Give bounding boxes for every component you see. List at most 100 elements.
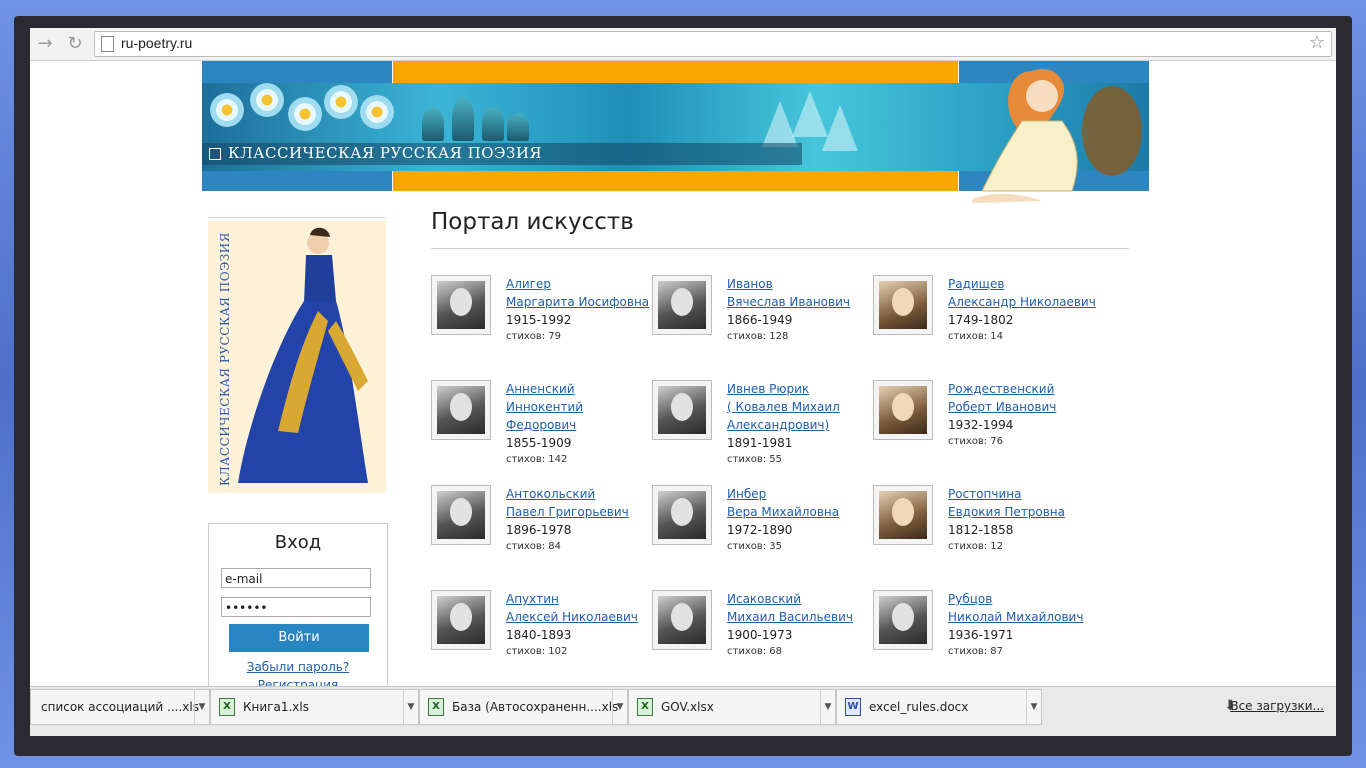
download-item[interactable]: X База (Автосохраненн....xls ▼ [419,689,628,725]
chevron-down-icon[interactable]: ▼ [1026,690,1041,724]
poet-name-link[interactable]: Федорович [506,416,656,434]
poet-portrait[interactable] [652,485,712,545]
url-input[interactable]: ru-poetry.ru ☆ [94,31,1332,57]
poet-name-link[interactable]: Александрович) [727,416,877,434]
forward-button[interactable]: → [34,33,56,55]
reload-icon: ↻ [67,33,83,54]
poet-years: 1900-1973 [727,628,793,642]
poet-card: Радищев Александр Николаевич 1749-1802 стих… [873,275,1096,370]
poet-portrait[interactable] [431,275,491,335]
download-item[interactable]: X GOV.xlsx ▼ [628,689,836,725]
poet-name-link[interactable]: Михаил Васильевич [727,608,877,626]
poet-portrait[interactable] [873,590,933,650]
downloads-bar: список ассоциаций ....xls ▼ X Книга1.xls ▼ X Б… [30,686,1336,736]
main-content: Портал искусств Алигер Маргарита Иосифовн… [431,191,1131,686]
poet-name-link[interactable]: Ростопчина [948,485,1098,503]
poet-years: 1866-1949 [727,313,793,327]
poet-info: Радищев Александр Николаевич 1749-1802 стих… [948,275,1098,345]
page-icon [101,36,114,52]
poet-name-link[interactable]: Антокольский [506,485,656,503]
church-dome-icon [507,113,529,141]
poet-name-link[interactable]: Иванов [727,275,877,293]
poet-name-link[interactable]: Иннокентий [506,398,656,416]
email-input[interactable]: e-mail [221,568,371,588]
poet-name-link[interactable]: Ивнев Рюрик [727,380,877,398]
star-icon[interactable]: ☆ [1309,32,1325,53]
poet-portrait[interactable] [652,590,712,650]
poet-name-link[interactable]: Николай Михайлович [948,608,1098,626]
poet-name-link[interactable]: ( Ковалев Михаил [727,398,877,416]
poet-years: 1936-1971 [948,628,1014,642]
poet-name-link[interactable]: Анненский [506,380,656,398]
poet-name-link[interactable]: Апухтин [506,590,656,608]
poet-info: Ростопчина Евдокия Петровна 1812-1858 стихо… [948,485,1098,555]
poet-info: Апухтин Алексей Николаевич 1840-1893 стихов… [506,590,656,660]
poet-portrait[interactable] [873,485,933,545]
chevron-down-icon[interactable]: ▼ [194,690,209,724]
poet-name-link[interactable]: Рождественский [948,380,1098,398]
title-divider [431,248,1129,249]
reload-button[interactable]: ↻ [64,33,86,55]
poet-name-link[interactable]: Роберт Иванович [948,398,1098,416]
poet-portrait[interactable] [873,275,933,335]
poet-portrait[interactable] [431,590,491,650]
download-item[interactable]: список ассоциаций ....xls ▼ [30,689,210,725]
poet-name-link[interactable]: Евдокия Петровна [948,503,1098,521]
poet-name-link[interactable]: Александр Николаевич [948,293,1098,311]
poet-years: 1972-1890 [727,523,793,537]
login-form: Вход e-mail •••••• Войти Забыли пароль? … [208,523,388,695]
poet-name-link[interactable]: Маргарита Иосифовна [506,293,656,311]
download-item[interactable]: Wexcel_rules.docx ▼ [836,689,1042,725]
arrow-right-icon: → [37,33,53,54]
poem-count: стихов: 12 [948,541,1004,552]
poet-info: Рубцов Николай Михайлович 1936-1971 стихов:… [948,590,1098,660]
chevron-down-icon[interactable]: ▼ [612,690,627,724]
address-bar: → ↻ ru-poetry.ru ☆ [30,28,1336,61]
banner-bar-orange [393,61,958,83]
poet-name-link[interactable]: Вячеслав Иванович [727,293,877,311]
poet-name-link[interactable]: Вера Михайловна [727,503,877,521]
poet-card: Иванов Вячеслав Иванович 1866-1949 стихов: … [652,275,867,370]
poet-info: Инбер Вера Михайловна 1972-1890 стихов: 35 [727,485,877,555]
poet-portrait[interactable] [652,380,712,440]
login-title: Вход [274,532,322,553]
poet-name-link[interactable]: Радищев [948,275,1098,293]
lady-in-blue-dress-icon [238,227,368,483]
poet-card: Ростопчина Евдокия Петровна 1812-1858 стихо… [873,485,1088,580]
poet-name-link[interactable]: Рубцов [948,590,1098,608]
browser-window: → ↻ ru-poetry.ru ☆ КЛАССИЧЕСКАЯ РУССКАЯ … [30,28,1336,736]
poet-name-link[interactable]: Алигер [506,275,656,293]
poet-name-link[interactable]: Исаковский [727,590,877,608]
poem-count: стихов: 84 [506,541,562,552]
poem-count: стихов: 35 [727,541,783,552]
poem-count: стихов: 76 [948,436,1004,447]
chevron-down-icon[interactable]: ▼ [403,690,418,724]
church-dome-icon [482,107,504,141]
download-filename: список ассоциаций ....xls [41,700,199,714]
excel-icon: X [428,698,444,716]
poet-portrait[interactable] [873,380,933,440]
poet-name-link[interactable]: Алексей Николаевич [506,608,656,626]
poet-info: Алигер Маргарита Иосифовна 1915-1992 стихов… [506,275,656,345]
daisy-icon [210,93,244,127]
poet-card: Алигер Маргарита Иосифовна 1915-1992 стихов… [431,275,649,370]
poet-portrait[interactable] [431,485,491,545]
forgot-password-link[interactable]: Забыли пароль? [209,660,387,674]
download-filename: Книга1.xls [243,700,309,714]
poet-portrait[interactable] [431,380,491,440]
poet-card: Ивнев Рюрик( Ковалев Михаил Александрович… [652,380,867,475]
poet-years: 1749-1802 [948,313,1014,327]
poet-name-link[interactable]: Инбер [727,485,877,503]
download-item[interactable]: X Книга1.xls ▼ [210,689,419,725]
poem-count: стихов: 79 [506,331,562,342]
site-container: КЛАССИЧЕСКАЯ РУССКАЯ ПОЭЗИЯ КЛАССИЧЕСКАЯ… [202,61,1149,695]
poet-portrait[interactable] [652,275,712,335]
chevron-down-icon[interactable]: ▼ [820,690,835,724]
poet-name-link[interactable]: Павел Григорьевич [506,503,656,521]
poet-years: 1896-1978 [506,523,572,537]
login-button[interactable]: Войти [229,624,369,652]
password-input[interactable]: •••••• [221,597,371,617]
all-downloads-link[interactable]: Все загрузки... [1230,699,1324,713]
poet-info: Рождественский Роберт Иванович 1932-1994 ст… [948,380,1098,450]
sidebar-vertical-title: КЛАССИЧЕСКАЯ РУССКАЯ ПОЭЗИЯ [218,232,232,486]
